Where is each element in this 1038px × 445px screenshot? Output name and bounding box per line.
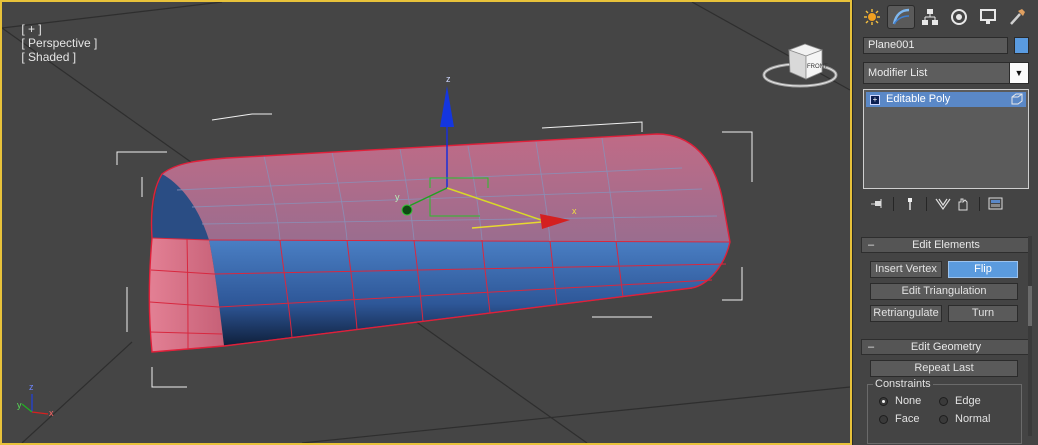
viewport-menu-plus[interactable]: [ + ] [21,22,41,36]
edit-elements-header[interactable]: – Edit Elements [861,237,1031,253]
expand-plus-icon[interactable]: + [870,95,880,105]
constraint-face-label: Face [895,413,920,425]
z-axis-arrow [440,86,454,127]
constraint-edge-label: Edge [955,395,981,407]
modifier-list-label: Modifier List [868,67,928,79]
tripod-y-label: y [17,400,22,410]
edit-triangulation-button[interactable]: Edit Triangulation [870,283,1018,300]
flip-button[interactable]: Flip [948,261,1018,278]
motion-tab[interactable] [946,6,972,28]
edit-geometry-title: Edit Geometry [910,341,982,353]
create-icon [864,9,880,25]
object-name-field[interactable]: Plane001 [863,37,1008,54]
constraint-none-radio[interactable]: None [879,395,921,407]
panel-scrollbar[interactable] [1028,236,1032,436]
display-tab[interactable] [975,6,1001,28]
hierarchy-tab[interactable] [917,6,943,28]
edit-geometry-header[interactable]: – Edit Geometry [861,339,1031,355]
toolbar-divider [893,197,894,211]
make-unique-button[interactable] [933,195,953,213]
viewport-label: [ + ] [ Perspective ] [ Shaded ] [8,8,101,78]
modifier-list-dropdown[interactable]: Modifier List ▼ [863,62,1029,84]
y-axis-handle [401,204,413,216]
gizmo-y-label: y [395,192,400,202]
utilities-tab[interactable] [1004,6,1030,28]
stack-toolbar [867,195,1027,213]
toolbar-divider [979,197,980,211]
constraint-face-radio[interactable]: Face [879,413,919,425]
modifier-stack[interactable]: + Editable Poly [863,89,1029,189]
tripod-z-label: z [29,382,34,392]
viewcube[interactable]: FRONT [762,43,838,88]
gizmo-z-label: z [446,74,451,84]
radio-unselected-icon [879,414,888,424]
make-unique-icon [935,198,951,211]
editable-poly-mesh[interactable] [148,133,731,353]
perspective-viewport[interactable]: z x y FRONT z y x [+] [Perspective] … [0,0,852,445]
retriangulate-button[interactable]: Retriangulate [870,305,942,322]
viewcube-front-label: FRONT [807,64,828,70]
edit-elements-title: Edit Elements [912,239,980,251]
configure-modifier-sets-button[interactable] [986,195,1006,213]
hierarchy-icon [922,9,938,25]
constraint-none-label: None [895,395,922,407]
pin-stack-button[interactable] [867,195,887,213]
configure-modifier-sets-icon [988,197,1003,210]
command-panel: Plane001 Modifier List ▼ + Editable Poly [852,0,1038,445]
remove-modifier-button[interactable] [953,195,973,213]
show-end-result-button[interactable] [900,195,920,213]
viewport-view-menu[interactable]: [ Perspective ] [21,36,97,50]
viewport-shading-menu[interactable]: [ Shaded ] [21,50,76,64]
constraints-title: Constraints [873,378,933,390]
utilities-icon [1010,9,1025,25]
scene-canvas[interactable]: z x y FRONT z y x [2,2,850,443]
create-tab[interactable] [859,6,885,28]
modify-tab[interactable] [887,5,915,29]
constraint-normal-label: Normal [955,413,991,425]
edit-geometry-rollout: – Edit Geometry [861,339,1031,355]
stack-item-editable-poly[interactable]: + Editable Poly [866,92,1026,107]
remove-modifier-icon [958,198,968,211]
insert-vertex-button[interactable]: Insert Vertex [870,261,942,278]
motion-icon [951,9,967,25]
radio-unselected-icon [939,396,948,406]
collapse-minus-icon[interactable]: – [868,340,874,354]
chevron-down-icon[interactable]: ▼ [1009,63,1028,83]
toolbar-divider [926,197,927,211]
object-color-swatch[interactable] [1014,37,1029,54]
constraint-normal-radio[interactable]: Normal [939,413,990,425]
tripod-x-label: x [49,408,54,418]
edit-elements-rollout: – Edit Elements [861,237,1031,253]
constraint-edge-radio[interactable]: Edge [939,395,981,407]
collapse-minus-icon[interactable]: – [868,238,874,252]
repeat-last-button[interactable]: Repeat Last [870,360,1018,377]
turn-button[interactable]: Turn [948,305,1018,322]
show-end-result-icon [908,198,912,210]
axis-tripod: z y x [17,382,54,418]
modify-icon [892,8,910,25]
cube-icon [1011,93,1023,105]
radio-selected-icon [879,396,888,406]
stack-item-label: Editable Poly [886,93,951,105]
command-panel-tabs [859,5,1030,29]
radio-unselected-icon [939,414,948,424]
scrollbar-thumb[interactable] [1028,286,1032,326]
pin-stack-icon [871,199,882,208]
gizmo-x-label: x [572,206,577,216]
display-icon [980,9,996,24]
